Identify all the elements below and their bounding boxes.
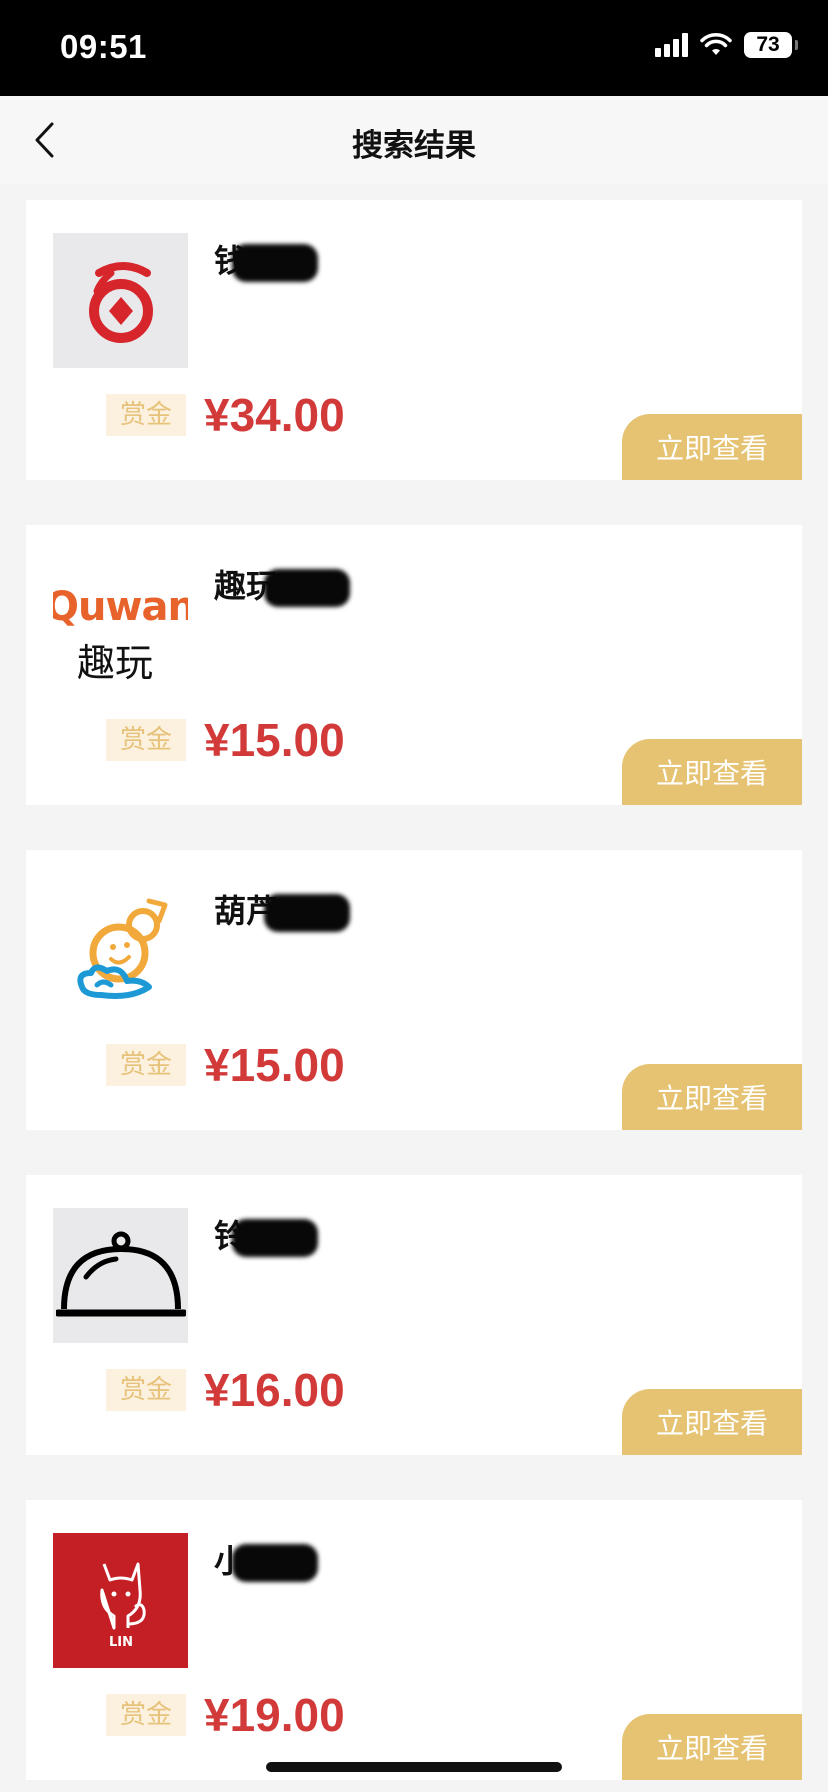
redaction-mask: [232, 1544, 319, 1582]
reward-tag: 赏金: [106, 719, 186, 761]
result-card[interactable]: 铃 赏金 ¥16.00 立即查看: [26, 1175, 802, 1455]
result-card[interactable]: 钱 赏金 ¥34.00 立即查看: [26, 200, 802, 480]
view-now-button[interactable]: 立即查看: [622, 1389, 802, 1455]
quwan-logo-icon: Quwan 趣玩: [53, 584, 188, 685]
view-now-button[interactable]: 立即查看: [622, 739, 802, 805]
reward-tag: 赏金: [106, 1369, 186, 1411]
reward-amount: ¥19.00: [204, 1689, 345, 1741]
cloche-icon: [55, 1231, 186, 1316]
reward-amount: ¥15.00: [204, 714, 345, 766]
view-now-button[interactable]: 立即查看: [622, 1714, 802, 1780]
app-name: 铃: [214, 1211, 319, 1257]
view-now-button[interactable]: 立即查看: [622, 414, 802, 480]
app-logo: Quwan 趣玩: [53, 558, 188, 693]
status-icons: 73: [655, 32, 798, 58]
svg-text:趣玩: 趣玩: [77, 641, 153, 685]
svg-text:LIN: LIN: [108, 1635, 132, 1650]
app-name: 趣玩: [214, 561, 351, 607]
home-indicator: [266, 1762, 562, 1772]
app-name: 葫芦: [214, 886, 351, 932]
result-card[interactable]: 葫芦 赏金 ¥15.00 立即查看: [26, 850, 802, 1130]
reward-amount: ¥34.00: [204, 389, 345, 441]
app-logo: [53, 883, 188, 1018]
cellular-signal-icon: [655, 33, 688, 57]
svg-text:Quwan: Quwan: [53, 584, 188, 630]
reward-amount: ¥15.00: [204, 1039, 345, 1091]
search-result-list: 钱 赏金 ¥34.00 立即查看 Quwan 趣玩 趣玩 赏金 ¥15.00 立…: [26, 200, 802, 1792]
reward-tag: 赏金: [106, 1044, 186, 1086]
cat-logo-icon: LIN: [99, 1562, 146, 1650]
app-name: 钱: [214, 236, 319, 282]
redaction-mask: [264, 569, 351, 607]
status-bar: 09:51 73: [0, 0, 828, 96]
page-title: 搜索结果: [352, 128, 476, 164]
redaction-mask: [232, 244, 319, 282]
redaction-mask: [264, 894, 351, 932]
battery-icon: 73: [744, 32, 798, 58]
reward-amount: ¥16.00: [204, 1364, 345, 1416]
navigation-bar: 搜索结果: [0, 96, 828, 184]
result-card[interactable]: Quwan 趣玩 趣玩 赏金 ¥15.00 立即查看: [26, 525, 802, 805]
gourd-mascot-icon: [76, 898, 167, 999]
app-logo: [53, 233, 188, 368]
result-card[interactable]: LIN 小 赏金 ¥19.00 立即查看: [26, 1500, 802, 1780]
wifi-icon: [700, 33, 732, 55]
view-now-button[interactable]: 立即查看: [622, 1064, 802, 1130]
app-logo: LIN: [53, 1533, 188, 1668]
status-time: 09:51: [60, 28, 147, 65]
reward-tag: 赏金: [106, 1694, 186, 1736]
app-logo: [53, 1208, 188, 1343]
red-coin-logo-icon: [88, 261, 153, 343]
redaction-mask: [232, 1219, 319, 1257]
app-name: 小: [214, 1536, 319, 1582]
reward-tag: 赏金: [106, 394, 186, 436]
